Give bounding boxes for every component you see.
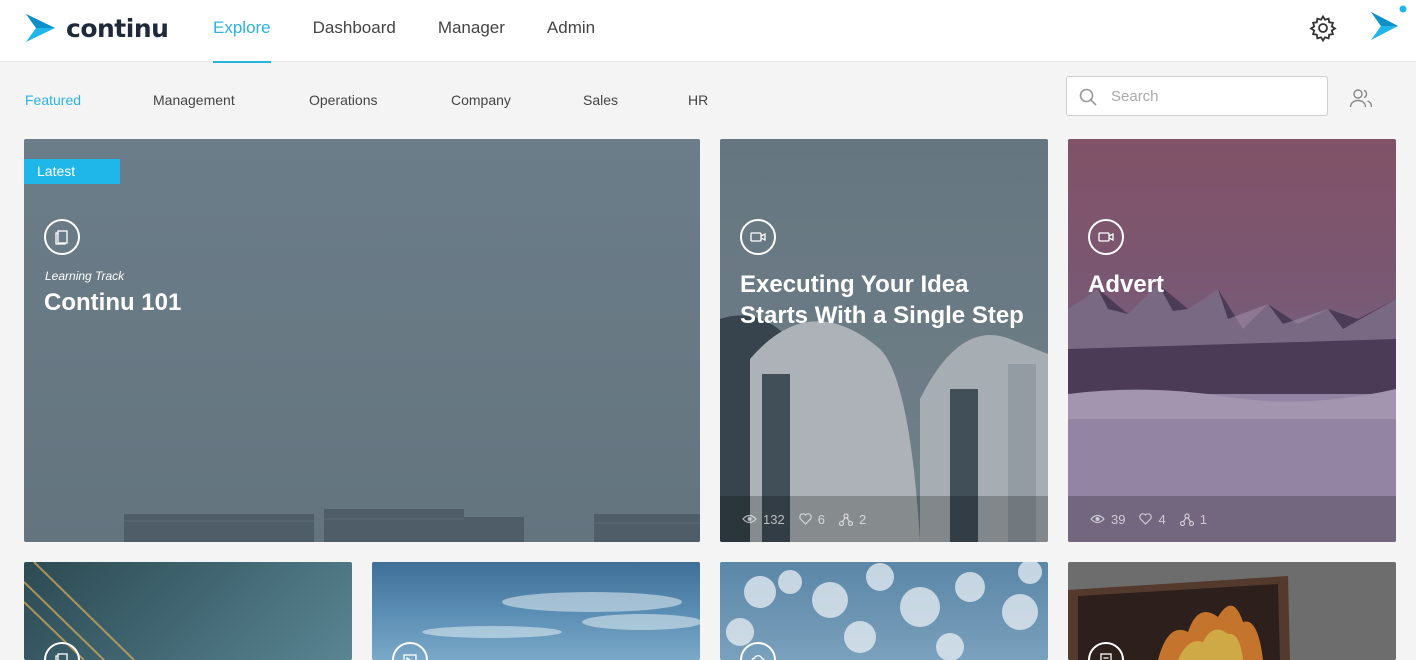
nav-admin[interactable]: Admin bbox=[547, 0, 595, 62]
search-box bbox=[1066, 76, 1328, 116]
views-stat: 39 bbox=[1090, 512, 1125, 527]
content-card[interactable] bbox=[1068, 562, 1396, 660]
nav-explore[interactable]: Explore bbox=[213, 0, 271, 63]
featured-card-continu-101[interactable]: Latest Learning Track Continu 101 bbox=[24, 139, 700, 542]
content-card[interactable] bbox=[372, 562, 700, 660]
content-card-executing-your-idea[interactable]: Executing Your Idea Starts With a Single… bbox=[720, 139, 1048, 542]
content-card[interactable] bbox=[24, 562, 352, 660]
likes-count: 6 bbox=[817, 511, 825, 527]
card-title: Advert bbox=[1088, 271, 1165, 298]
views-count: 132 bbox=[763, 511, 785, 527]
top-navigation-bar: continu Explore Dashboard Manager Admin bbox=[0, 0, 1416, 63]
tab-management[interactable]: Management bbox=[153, 92, 235, 108]
views-count: 39 bbox=[1111, 511, 1126, 527]
logo-arrow-icon bbox=[26, 14, 55, 42]
content-card-advert[interactable]: Advert 39 4 1 bbox=[1068, 139, 1396, 542]
tab-company[interactable]: Company bbox=[451, 92, 511, 108]
shares-stat: 2 bbox=[838, 511, 867, 527]
brand-name: continu bbox=[66, 13, 169, 43]
card-background bbox=[24, 139, 700, 542]
nav-manager[interactable]: Manager bbox=[438, 0, 505, 62]
people-filter-icon[interactable] bbox=[1349, 88, 1373, 108]
eye-icon bbox=[1090, 514, 1105, 524]
card-title: Continu 101 bbox=[44, 289, 182, 316]
main-nav: Explore Dashboard Manager Admin bbox=[213, 0, 637, 63]
tab-featured[interactable]: Featured bbox=[25, 92, 81, 108]
tab-sales[interactable]: Sales bbox=[583, 92, 618, 108]
continu-logo[interactable]: continu bbox=[24, 12, 169, 44]
buildings-image bbox=[124, 509, 700, 542]
shares-count: 2 bbox=[858, 511, 867, 527]
search-icon bbox=[1079, 88, 1097, 106]
card-kicker: Learning Track bbox=[45, 269, 125, 283]
video-icon bbox=[1088, 219, 1124, 255]
views-stat: 132 bbox=[742, 512, 785, 527]
heart-icon bbox=[798, 513, 812, 525]
video-icon bbox=[740, 219, 776, 255]
nav-dashboard[interactable]: Dashboard bbox=[313, 0, 396, 62]
settings-gear-icon[interactable] bbox=[1309, 14, 1337, 42]
tab-hr[interactable]: HR bbox=[688, 92, 708, 108]
card-title: Executing Your Idea Starts With a Single… bbox=[740, 271, 1024, 329]
search-input[interactable] bbox=[1111, 77, 1321, 115]
latest-badge: Latest bbox=[24, 159, 120, 184]
content-card[interactable] bbox=[720, 562, 1048, 660]
tab-operations[interactable]: Operations bbox=[309, 92, 377, 108]
user-avatar-icon[interactable] bbox=[1368, 4, 1408, 44]
card-stats-bar: 132 6 2 bbox=[720, 496, 1048, 542]
eye-icon bbox=[742, 514, 757, 524]
card-stats-bar: 39 4 1 bbox=[1068, 496, 1396, 542]
shares-stat: 1 bbox=[1179, 511, 1207, 527]
card-overlay bbox=[720, 139, 1048, 542]
learning-track-icon bbox=[44, 219, 80, 255]
share-network-icon bbox=[838, 512, 853, 526]
likes-count: 4 bbox=[1158, 511, 1166, 527]
share-network-icon bbox=[1179, 512, 1194, 526]
shares-count: 1 bbox=[1199, 511, 1207, 527]
likes-stat: 4 bbox=[1139, 511, 1166, 527]
heart-icon bbox=[1139, 513, 1153, 525]
card-overlay bbox=[1068, 139, 1396, 542]
likes-stat: 6 bbox=[798, 511, 825, 527]
